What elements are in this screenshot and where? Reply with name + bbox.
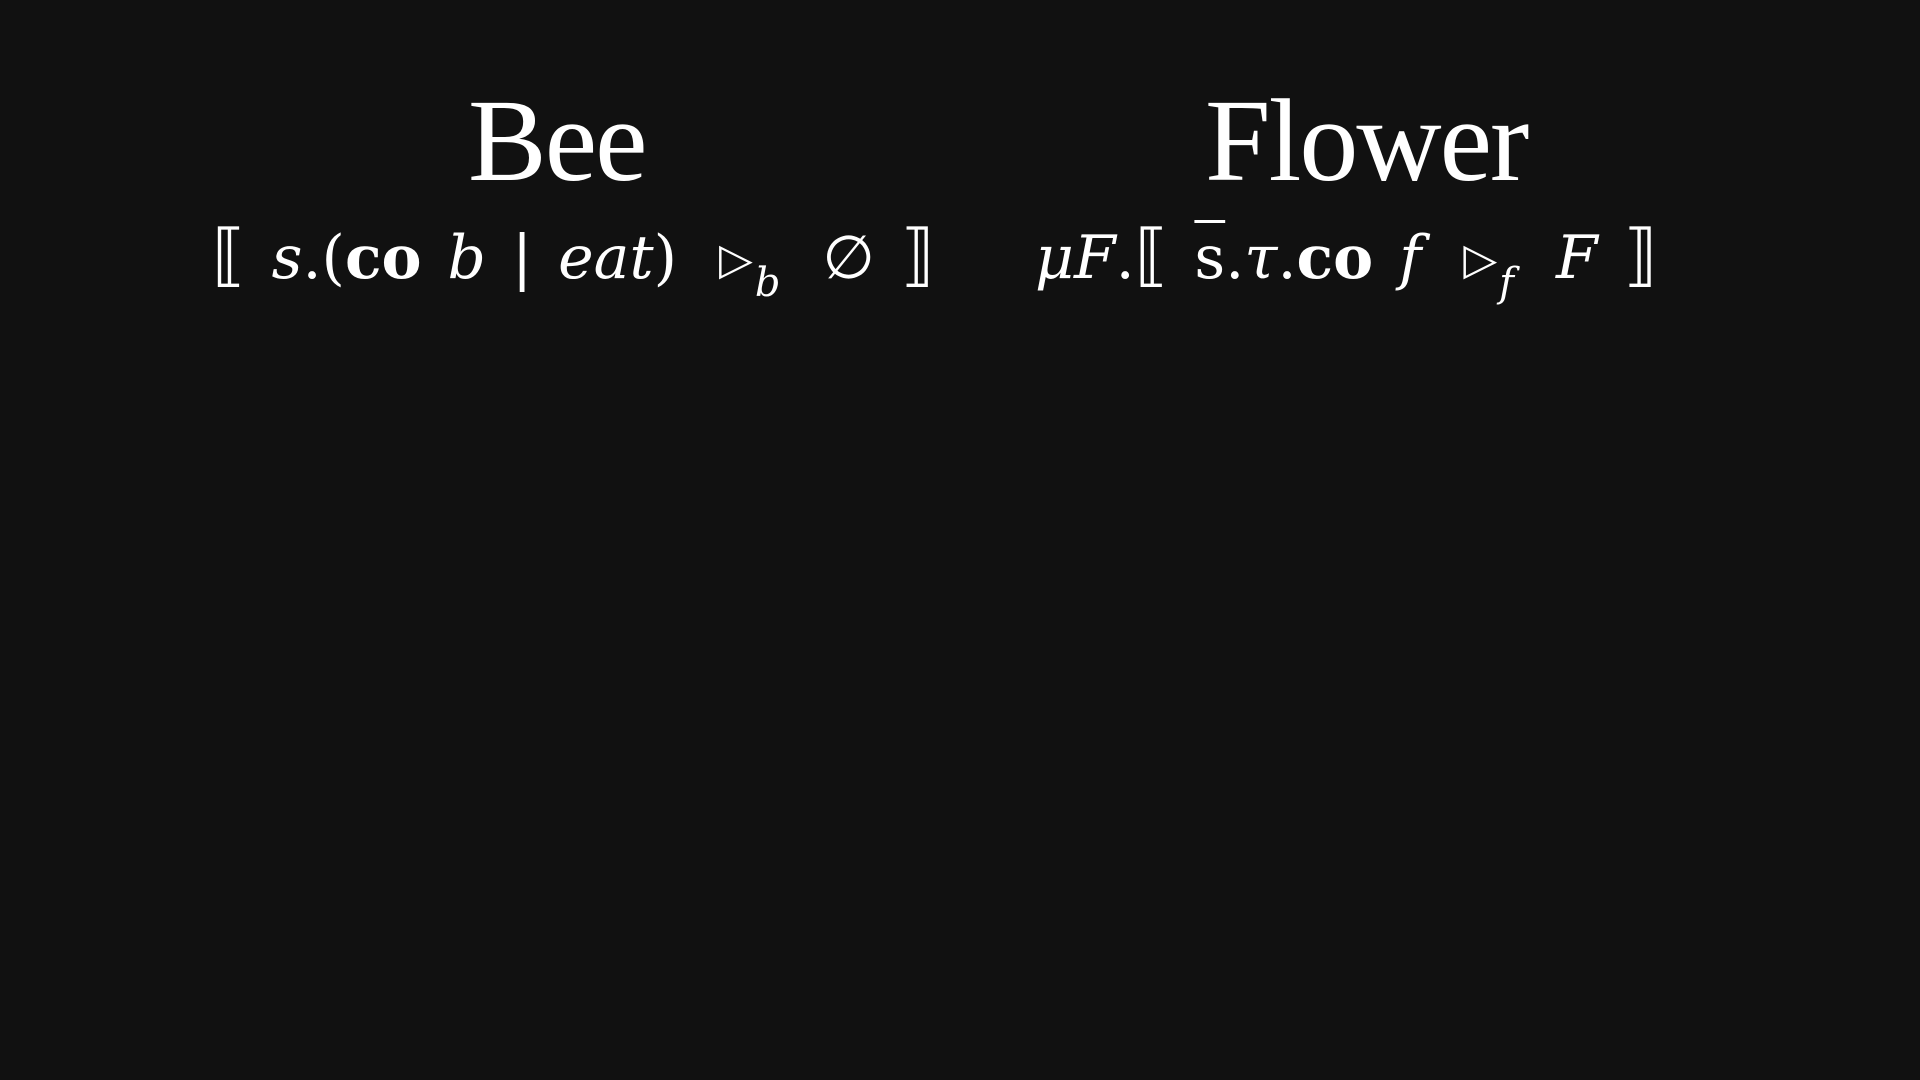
flower-mu: μ [1035, 223, 1074, 293]
bee-column: Bee ⟦ s . ( co b | eat ) ▷ b ∅ ⟧ [0, 0, 1110, 400]
bee-close-bracket: ⟧ [900, 216, 935, 295]
bee-co: co [344, 223, 422, 293]
bee-triangle: ▷ [718, 234, 753, 285]
bee-rparen: ) [653, 223, 677, 293]
bee-s: s [271, 223, 303, 293]
bee-pipe: | [511, 223, 533, 293]
flower-heading: Flower [1205, 75, 1529, 206]
flower-dot-1: . [1115, 223, 1135, 293]
flower-f: f [1399, 223, 1422, 293]
bee-b: b [447, 223, 486, 293]
flower-co: co [1296, 223, 1374, 293]
flower-F-tail: F [1555, 223, 1598, 293]
bee-sub-b: b [754, 260, 781, 306]
bee-dot: . [302, 223, 322, 293]
bee-heading: Bee [468, 75, 647, 206]
flower-dot-2: . [1225, 223, 1245, 293]
bee-eat: eat [558, 223, 654, 293]
flower-open-bracket: ⟦ [1134, 216, 1169, 295]
flower-tau: τ [1244, 223, 1278, 293]
flower-sub-f: f [1499, 260, 1514, 306]
flower-column: Flower μ F . ⟦ s . τ . co f ▷ f F ⟧ [960, 0, 1920, 400]
flower-close-bracket: ⟧ [1623, 216, 1658, 295]
bee-lparen: ( [321, 223, 345, 293]
flower-dot-3: . [1277, 223, 1297, 293]
bee-emptyset: ∅ [822, 223, 875, 293]
flower-triangle: ▷ [1463, 234, 1498, 285]
flower-F: F [1074, 223, 1116, 293]
bee-open-bracket: ⟦ [212, 216, 246, 295]
bee-formula: ⟦ s . ( co b | eat ) ▷ b ∅ ⟧ [212, 222, 934, 312]
flower-s-bar: s [1194, 223, 1226, 293]
flower-formula: μ F . ⟦ s . τ . co f ▷ f F ⟧ [1035, 222, 1657, 312]
